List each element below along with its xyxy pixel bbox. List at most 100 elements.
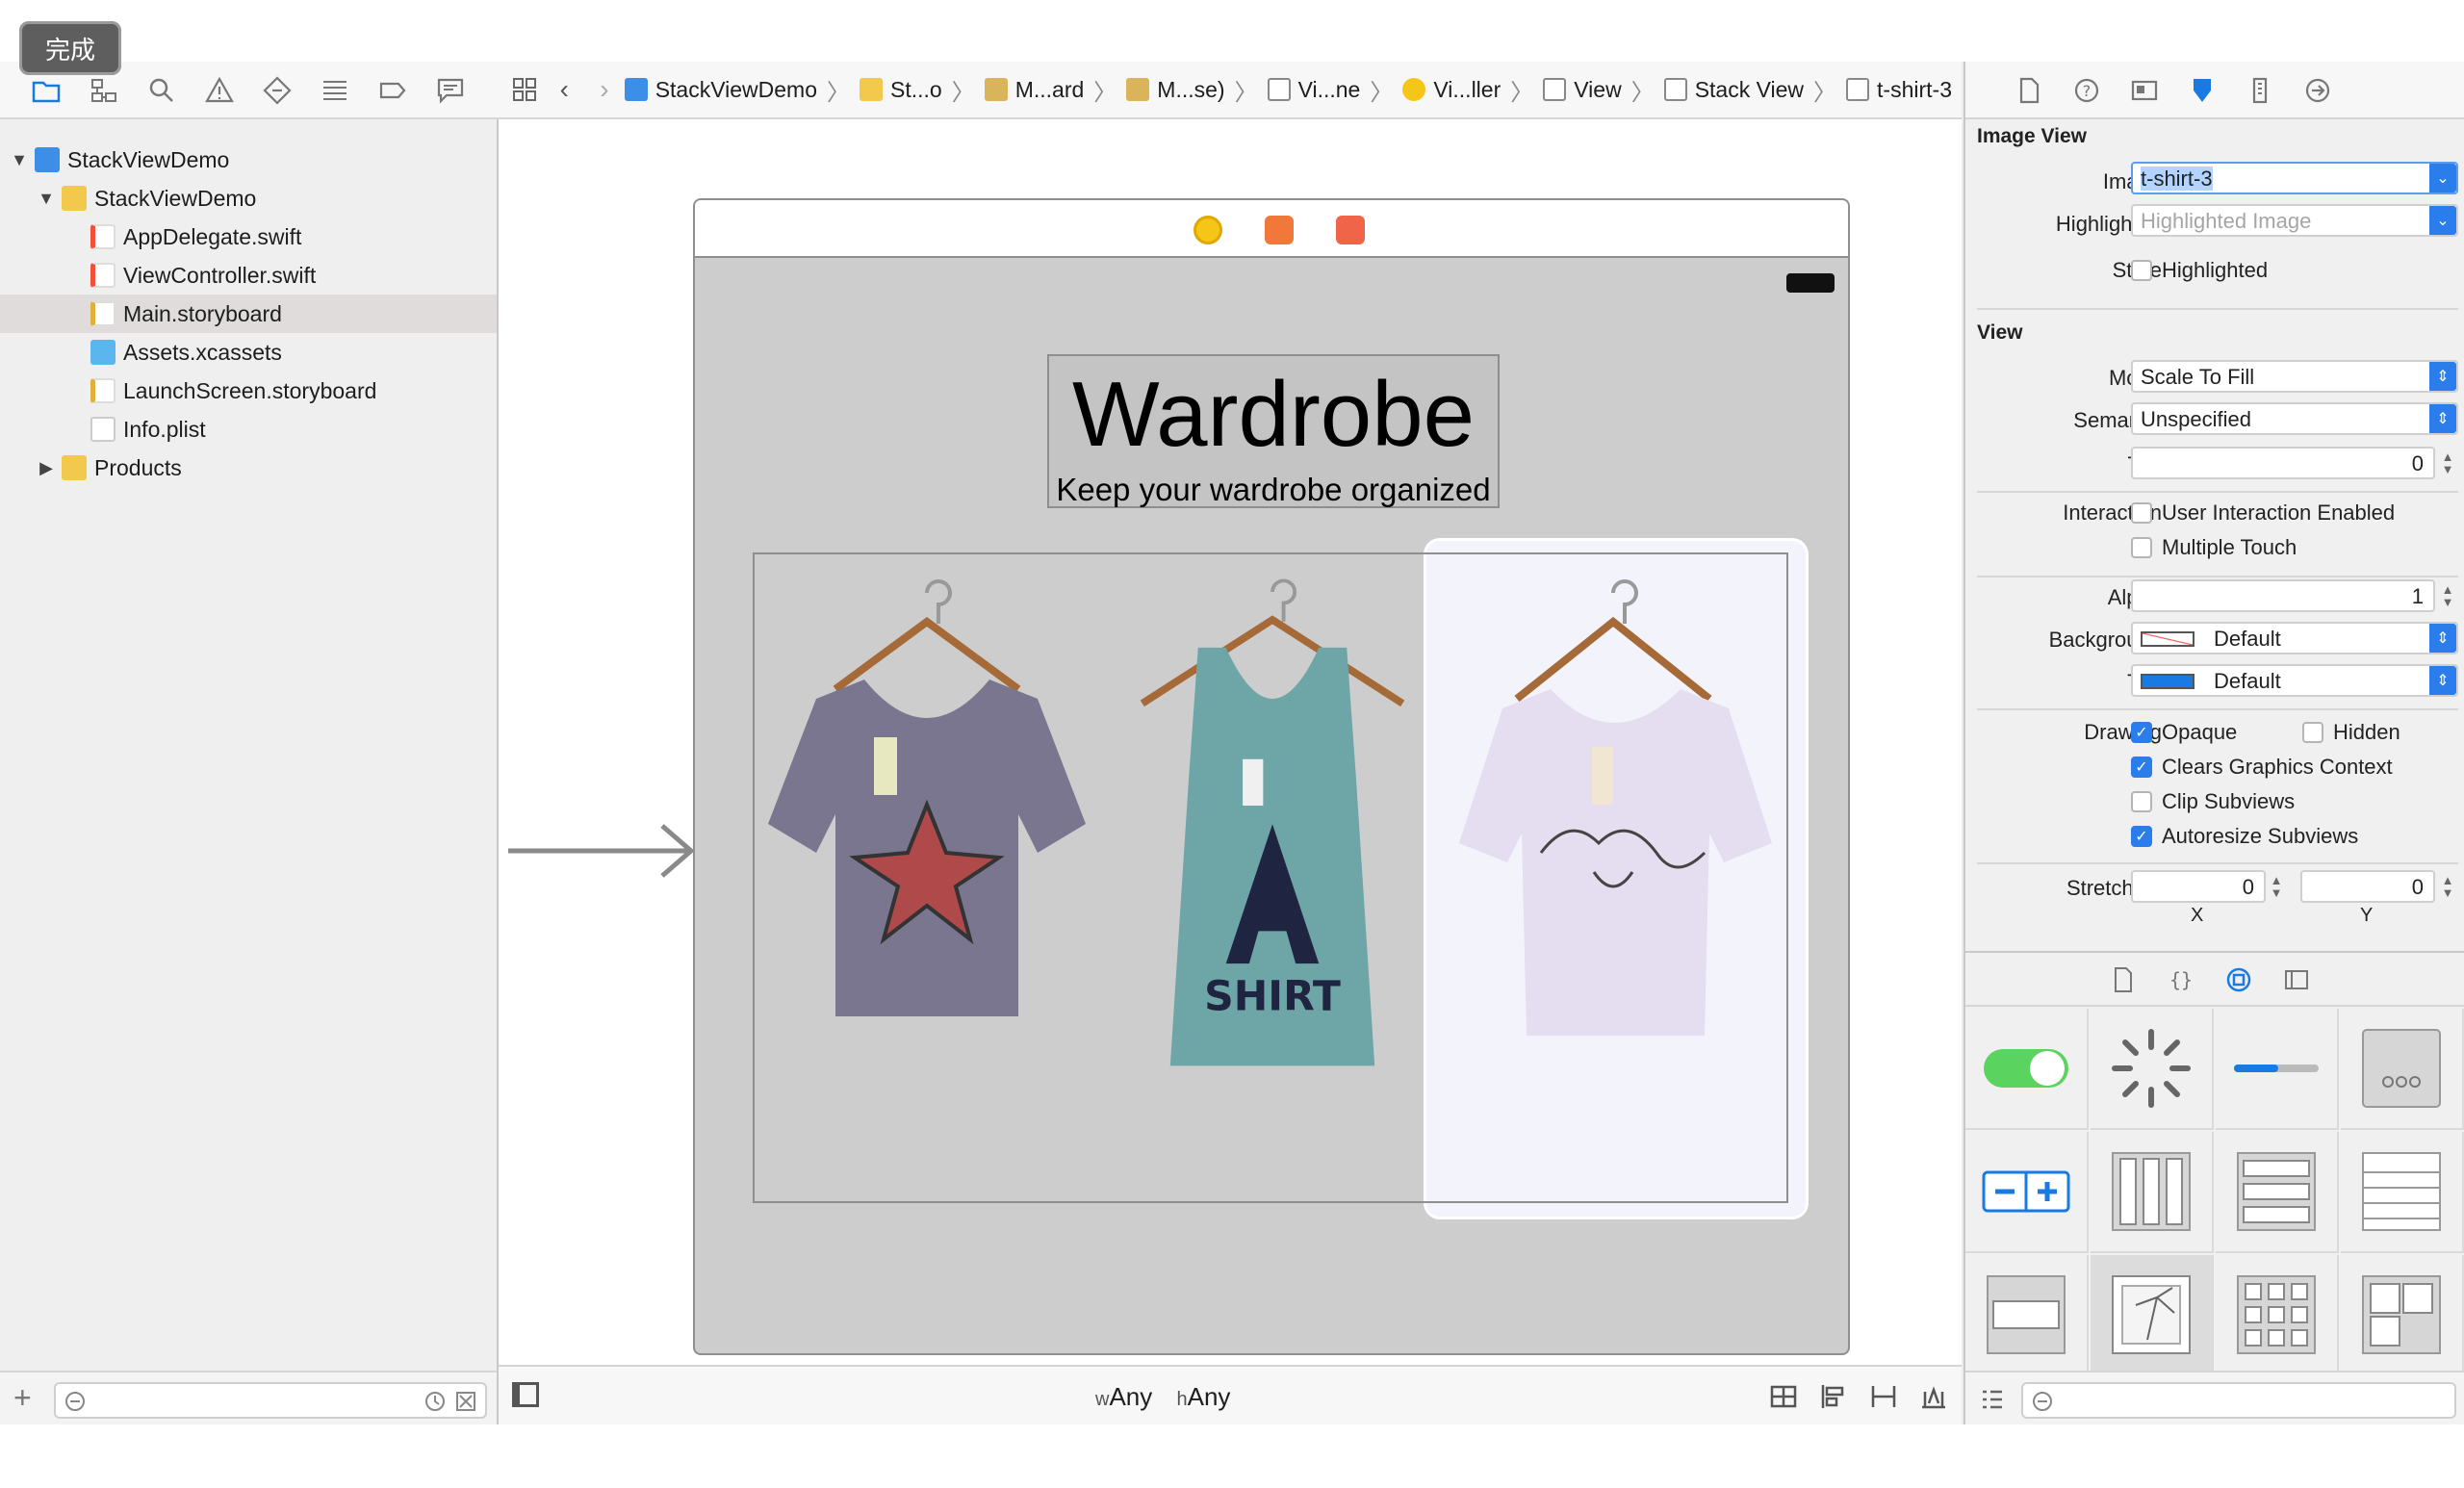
crumb-stack-view[interactable]: Stack View (1663, 77, 1804, 103)
stretching-y-input[interactable]: 0 (2300, 870, 2435, 903)
image-view-t-shirt-3[interactable] (1450, 564, 1777, 1103)
title-label[interactable]: Wardrobe (1049, 362, 1498, 468)
view-controller-icon[interactable] (1194, 216, 1222, 244)
object-library-icon[interactable] (2225, 966, 2252, 993)
hierarchy-icon[interactable] (87, 73, 121, 108)
mode-popup[interactable]: Scale To Fill ⇕ (2131, 360, 2458, 393)
library-item-horizontal-stack[interactable] (2091, 1132, 2214, 1253)
library-item-stepper[interactable] (1965, 1132, 2089, 1253)
size-inspector-icon[interactable] (2243, 73, 2277, 108)
library-item-page-control[interactable] (2341, 1009, 2464, 1130)
crumb-image-view[interactable]: t-shirt-3 (1846, 77, 1952, 103)
library-item-activity-indicator[interactable] (2091, 1009, 2214, 1130)
storyboard-canvas[interactable]: Wardrobe Keep your wardrobe organized SH… (499, 121, 1962, 1365)
background-popup[interactable]: Default ⇕ (2131, 622, 2458, 654)
crumb-storyboard[interactable]: M...ard (984, 77, 1084, 103)
library-item-progress-view[interactable] (2216, 1009, 2339, 1130)
list-view-toggle-icon[interactable] (1979, 1386, 2006, 1413)
disclosure-closed-icon[interactable]: ▶ (37, 458, 56, 477)
disclosure-open-icon[interactable]: ▼ (10, 150, 29, 169)
tree-item-group[interactable]: ▶ Products (0, 449, 497, 487)
stretching-x-input[interactable]: 0 (2131, 870, 2266, 903)
code-snippet-icon[interactable]: {} (2168, 966, 2194, 993)
attributes-inspector-icon[interactable] (2185, 73, 2220, 108)
crumb-project[interactable]: StackViewDemo (624, 77, 817, 103)
chevron-down-icon[interactable]: ⌄ (2429, 164, 2456, 192)
done-button[interactable]: 完成 (19, 21, 121, 75)
stretching-y-stepper-icon[interactable]: ▲ ▼ (2439, 870, 2456, 903)
library-item-table-cell[interactable] (1965, 1255, 2089, 1376)
opaque-checkbox[interactable]: ✓ (2131, 722, 2152, 743)
stretching-x-stepper-icon[interactable]: ▲ ▼ (2268, 870, 2285, 903)
image-view-t-shirt-1[interactable] (758, 564, 1095, 1103)
library-item-vertical-stack[interactable] (2216, 1132, 2339, 1253)
clip-subviews-checkbox[interactable] (2131, 791, 2152, 812)
warning-icon[interactable] (202, 73, 237, 108)
user-interaction-checkbox[interactable] (2131, 502, 2152, 524)
resolve-icon[interactable] (1919, 1382, 1948, 1411)
report-bubble-icon[interactable] (433, 73, 468, 108)
help-icon[interactable]: ? (2069, 73, 2104, 108)
alpha-input[interactable]: 1 (2131, 579, 2435, 612)
stack-icon[interactable] (1769, 1382, 1798, 1411)
recent-clock-icon[interactable] (424, 1390, 447, 1413)
autoresize-subviews-checkbox[interactable]: ✓ (2131, 826, 2152, 847)
image-view-t-shirt-2[interactable]: SHIRT (1128, 564, 1417, 1103)
crumb-group[interactable]: St...o (860, 77, 942, 103)
tree-item-file-selected[interactable]: Main.storyboard (0, 295, 497, 333)
library-filter-input[interactable] (2021, 1382, 2456, 1419)
align-icon[interactable] (1819, 1382, 1848, 1411)
hidden-checkbox[interactable] (2302, 722, 2323, 743)
debug-list-icon[interactable] (318, 73, 352, 108)
tree-item-file[interactable]: Assets.xcassets (0, 333, 497, 372)
search-icon[interactable] (144, 73, 179, 108)
library-item-table-view[interactable] (2341, 1132, 2464, 1253)
highlighted-image-combo-input[interactable]: Highlighted Image ⌄ (2131, 204, 2458, 237)
library-item-switch[interactable] (1965, 1009, 2089, 1130)
chevron-down-icon[interactable]: ⌄ (2429, 206, 2456, 235)
crumb-storyboard-base[interactable]: M...se) (1126, 77, 1225, 103)
first-responder-icon[interactable] (1265, 216, 1294, 244)
clears-graphics-checkbox[interactable]: ✓ (2131, 757, 2152, 778)
file-inspector-icon[interactable] (2012, 73, 2046, 108)
state-highlighted-checkbox[interactable] (2131, 260, 2152, 281)
disclosure-open-icon[interactable]: ▼ (37, 189, 56, 208)
test-diamond-icon[interactable] (260, 73, 295, 108)
tree-item-file[interactable]: AppDelegate.swift (0, 218, 497, 256)
tree-item-file[interactable]: LaunchScreen.storyboard (0, 372, 497, 410)
view-controller-scene[interactable]: Wardrobe Keep your wardrobe organized SH… (693, 198, 1850, 1355)
tint-popup[interactable]: Default ⇕ (2131, 664, 2458, 697)
crumb-view[interactable]: View (1543, 77, 1622, 103)
semantic-popup[interactable]: Unspecified ⇕ (2131, 402, 2458, 435)
tree-item-file[interactable]: Info.plist (0, 410, 497, 449)
identity-inspector-icon[interactable] (2127, 73, 2162, 108)
tree-item-file[interactable]: ViewController.swift (0, 256, 497, 295)
multiple-touch-checkbox[interactable] (2131, 537, 2152, 558)
library-item-collection-cell[interactable] (2341, 1255, 2464, 1376)
scm-filter-icon[interactable] (454, 1390, 477, 1413)
related-items-icon[interactable] (504, 68, 545, 111)
library-item-image-view[interactable] (2091, 1255, 2214, 1376)
navigator-filter-input[interactable] (54, 1382, 487, 1419)
add-icon[interactable]: + (13, 1380, 32, 1416)
document-outline-toggle-icon[interactable] (512, 1382, 539, 1407)
crumb-view-controller[interactable]: Vi...ller (1402, 77, 1501, 103)
library-item-collection-view[interactable] (2216, 1255, 2339, 1376)
tag-stepper-icon[interactable]: ▲ ▼ (2439, 447, 2456, 479)
breakpoint-icon[interactable] (375, 73, 410, 108)
title-stack[interactable]: Wardrobe Keep your wardrobe organized (1047, 354, 1500, 508)
exit-icon[interactable] (1336, 216, 1365, 244)
stack-view[interactable]: SHIRT (753, 552, 1788, 1203)
forward-chevron-icon[interactable]: › (584, 68, 625, 111)
size-class-control[interactable]: wAny hAny (1095, 1382, 1230, 1412)
tree-item-group[interactable]: ▼ StackViewDemo (0, 179, 497, 218)
tree-item-project[interactable]: ▼ StackViewDemo (0, 141, 497, 179)
media-library-icon[interactable] (2283, 966, 2310, 993)
back-chevron-icon[interactable]: ‹ (545, 68, 585, 111)
crumb-scene[interactable]: Vi...ne (1267, 77, 1360, 103)
connections-inspector-icon[interactable] (2300, 73, 2335, 108)
pin-icon[interactable] (1869, 1382, 1898, 1411)
alpha-stepper-icon[interactable]: ▲ ▼ (2439, 579, 2456, 612)
subtitle-label[interactable]: Keep your wardrobe organized (1049, 472, 1498, 508)
tag-input[interactable]: 0 (2131, 447, 2435, 479)
